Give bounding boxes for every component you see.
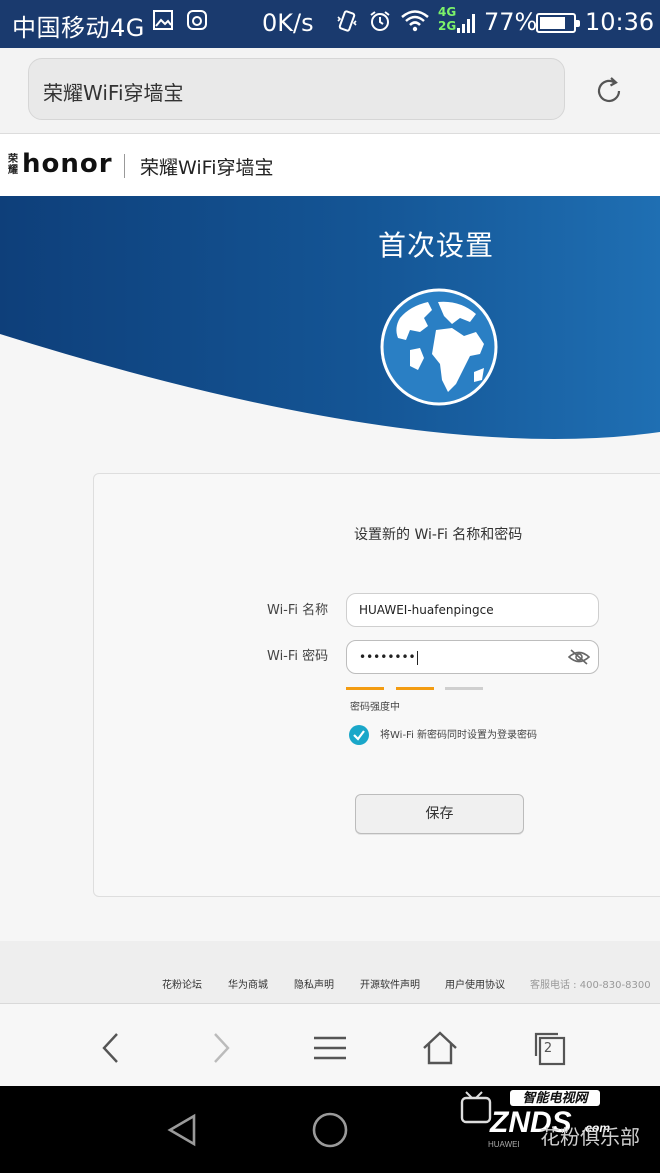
forward-icon[interactable] [200, 1028, 240, 1068]
network-type-2g: 2G [438, 19, 457, 33]
url-text: 荣耀WiFi穿墙宝 [43, 81, 184, 105]
wifi-password-label: Wi-Fi 密码 [267, 649, 329, 664]
address-bar: 荣耀WiFi穿墙宝 [0, 48, 660, 134]
network-type: 4G 2G [438, 5, 456, 33]
honor-logo[interactable]: honor [22, 149, 113, 179]
eye-off-icon[interactable] [568, 648, 590, 666]
sync-login-checkbox[interactable] [349, 725, 369, 745]
wifi-icon [400, 9, 430, 38]
tab-count: 2 [543, 1041, 553, 1056]
battery-level [540, 17, 565, 29]
battery-icon [536, 13, 580, 33]
url-field[interactable]: 荣耀WiFi穿墙宝 [28, 58, 565, 120]
reload-icon[interactable] [592, 74, 626, 108]
footer-link-privacy[interactable]: 隐私声明 [294, 976, 334, 991]
strength-bar-3 [445, 687, 483, 690]
status-bar: 中国移动4G 0K/s 4G 2G 77% 10:36 [0, 0, 660, 48]
image-notification-icon [152, 9, 174, 36]
nav-home-icon[interactable] [310, 1110, 350, 1150]
signal-icon [456, 12, 476, 39]
header-divider [124, 154, 125, 178]
wifi-password-value: •••••••• [359, 650, 416, 664]
watermark-maker-text: HUAWEI [488, 1140, 520, 1149]
setup-card: 设置新的 Wi-Fi 名称和密码 Wi-Fi 名称 HUAWEI-huafenp… [93, 473, 660, 897]
footer-link-opensource[interactable]: 开源软件声明 [360, 976, 420, 991]
alarm-icon [368, 9, 392, 38]
page-footer: 花粉论坛 华为商城 隐私声明 开源软件声明 用户使用协议 客服电话 : 400-… [0, 941, 660, 1003]
clock: 10:36 [585, 8, 655, 36]
globe-icon [380, 288, 498, 406]
wifi-password-input[interactable]: •••••••• [346, 640, 599, 674]
strength-bar-1 [346, 687, 384, 690]
footer-link-forum[interactable]: 花粉论坛 [162, 976, 202, 991]
menu-icon[interactable] [310, 1028, 350, 1068]
footer-link-mall[interactable]: 华为商城 [228, 976, 268, 991]
vibrate-icon [336, 9, 358, 38]
hero-background [0, 196, 660, 446]
network-type-4g: 4G [438, 5, 457, 19]
form-heading: 设置新的 Wi-Fi 名称和密码 [354, 527, 523, 543]
browser-toolbar [0, 1003, 660, 1086]
net-speed: 0K/s [262, 9, 314, 37]
text-cursor [416, 650, 418, 665]
battery-percent: 77% [484, 8, 538, 36]
logo-cn: 荣耀 [8, 154, 18, 176]
watermark-brand-text: 智能电视网 [522, 1090, 589, 1105]
hero-title: 首次设置 [378, 229, 495, 262]
wifi-name-value: HUAWEI-huafenpingce [359, 603, 494, 617]
save-button[interactable]: 保存 [355, 794, 524, 834]
footer-link-terms[interactable]: 用户使用协议 [445, 976, 505, 991]
wifi-name-label: Wi-Fi 名称 [267, 603, 329, 618]
wifi-name-input[interactable]: HUAWEI-huafenpingce [346, 593, 599, 627]
app-notification-icon [186, 9, 208, 36]
site-header: 荣耀 honor 荣耀WiFi穿墙宝 [0, 134, 660, 196]
carrier-text: 中国移动4G [12, 14, 145, 42]
sync-login-label: 将Wi-Fi 新密码同时设置为登录密码 [380, 730, 538, 741]
nav-back-icon[interactable] [164, 1110, 204, 1150]
home-icon[interactable] [420, 1028, 460, 1068]
watermark-text: 花粉俱乐部 [540, 1125, 640, 1149]
back-icon[interactable] [92, 1028, 132, 1068]
hero-banner: 首次设置 [0, 196, 660, 446]
header-title: 荣耀WiFi穿墙宝 [140, 157, 274, 179]
footer-hotline: 客服电话 : 400-830-8300 [530, 980, 651, 991]
strength-text: 密码强度中 [350, 702, 400, 713]
strength-bar-2 [396, 687, 434, 690]
